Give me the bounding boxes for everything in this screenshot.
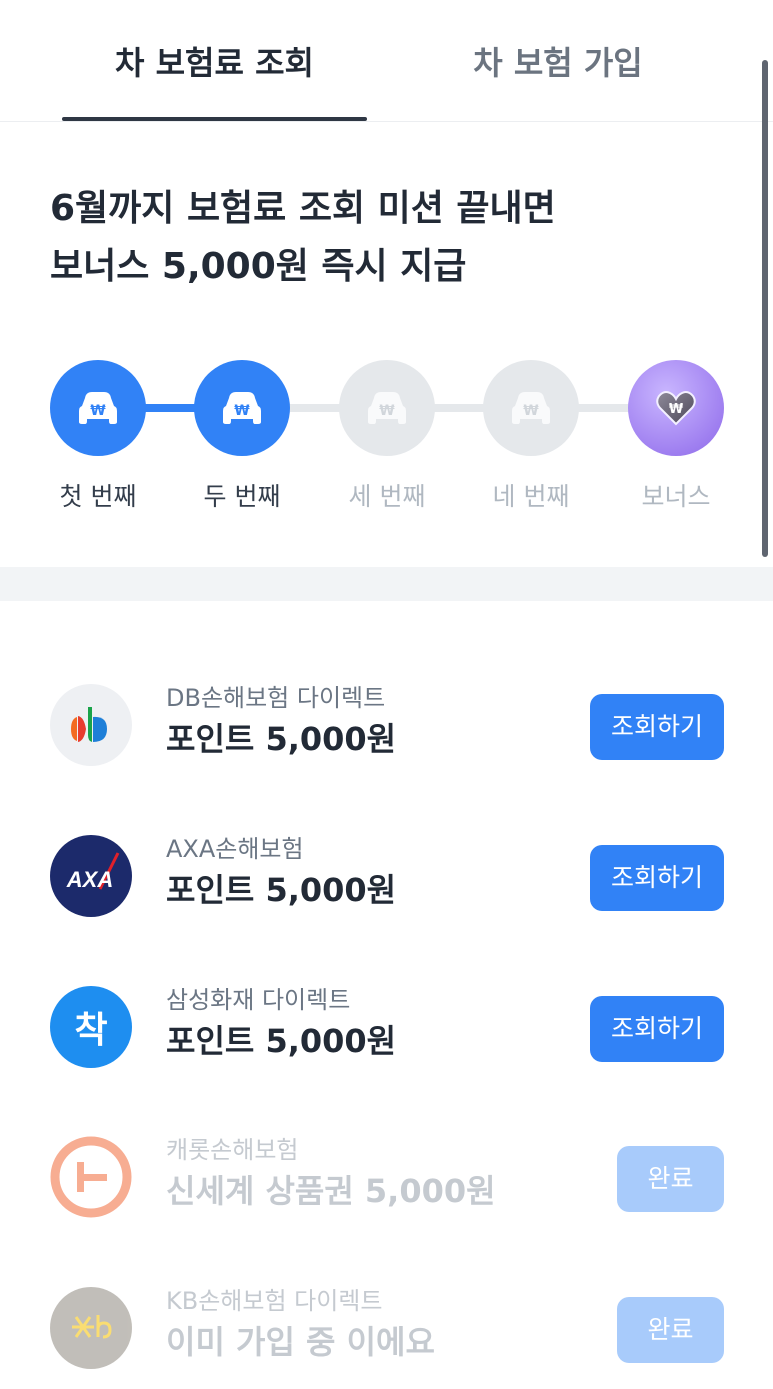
step-3-circle: ₩ (339, 360, 435, 456)
insurer-name: AXA손해보험 (166, 835, 304, 863)
insurer-row-samsung: 착 삼성화재 다이렉트 포인트 5,000원 조회하기 (0, 972, 773, 1082)
insurer-row-carrot: 캐롯손해보험 신세계 상품권 5,000원 완료 (0, 1122, 773, 1232)
headline-line-2: 보너스 5,000원 즉시 지급 (50, 246, 467, 287)
section-divider (0, 567, 773, 601)
step-bonus-circle: ₩ (628, 360, 724, 456)
insurer-reward: 포인트 5,000원 (166, 871, 397, 909)
progress-track-complete (140, 404, 200, 412)
inquire-button-db[interactable]: 조회하기 (590, 694, 724, 760)
insurer-name: 캐롯손해보험 (166, 1136, 299, 1164)
step-4-circle: ₩ (483, 360, 579, 456)
completed-button-kb[interactable]: 완료 (617, 1297, 724, 1363)
kb-logo-icon (50, 1287, 132, 1369)
insurer-name: KB손해보험 다이렉트 (166, 1287, 383, 1315)
scrollbar[interactable] (762, 60, 768, 557)
insurer-reward: 이미 가입 중 이에요 (166, 1323, 435, 1361)
inquire-button-axa[interactable]: 조회하기 (590, 845, 724, 911)
db-logo-icon (50, 684, 132, 766)
tab-car-insurance-quote[interactable]: 차 보험료 조회 (62, 38, 367, 88)
step-1-label: 첫 번째 (59, 482, 137, 511)
step-bonus-label: 보너스 (641, 482, 711, 511)
svg-text:₩: ₩ (523, 403, 539, 419)
carrot-logo-icon (50, 1136, 132, 1218)
insurer-row-db: DB손해보험 다이렉트 포인트 5,000원 조회하기 (0, 670, 773, 780)
carrot-logo-mark (50, 1136, 132, 1218)
insurer-row-kb: KB손해보험 다이렉트 이미 가입 중 이에요 완료 (0, 1273, 773, 1383)
step-2-label: 두 번째 (203, 482, 281, 511)
tab-car-insurance-signup[interactable]: 차 보험 가입 (410, 38, 706, 88)
mission-headline: 6월까지 보험료 조회 미션 끝내면 보너스 5,000원 즉시 지급 (50, 180, 730, 296)
insurer-row-axa: AXA AXA손해보험 포인트 5,000원 조회하기 (0, 821, 773, 931)
won-heart-icon: ₩ (656, 391, 696, 426)
car-won-icon: ₩ (368, 392, 406, 424)
car-won-icon: ₩ (223, 392, 261, 424)
step-1-circle: ₩ (50, 360, 146, 456)
car-won-icon: ₩ (79, 392, 117, 424)
svg-text:₩: ₩ (669, 402, 684, 417)
insurer-reward: 신세계 상품권 5,000원 (166, 1172, 496, 1210)
step-4-label: 네 번째 (492, 482, 570, 511)
svg-text:₩: ₩ (234, 403, 250, 419)
step-3-label: 세 번째 (348, 482, 426, 511)
samsung-logo-text: 착 (74, 1010, 108, 1051)
insurer-name: 삼성화재 다이렉트 (166, 986, 351, 1014)
samsung-chak-logo-icon: 착 (50, 986, 132, 1068)
headline-line-1: 6월까지 보험료 조회 미션 끝내면 (50, 188, 556, 229)
axa-logo-text: AXA (66, 867, 113, 892)
inquire-button-samsung[interactable]: 조회하기 (590, 996, 724, 1062)
insurer-reward: 포인트 5,000원 (166, 1022, 397, 1060)
tab-bar: 차 보험료 조회 차 보험 가입 (0, 0, 773, 122)
insurer-reward: 포인트 5,000원 (166, 720, 397, 758)
car-won-icon: ₩ (512, 392, 550, 424)
active-tab-indicator (62, 117, 367, 121)
svg-text:₩: ₩ (90, 403, 106, 419)
completed-button-carrot[interactable]: 완료 (617, 1146, 724, 1212)
db-logo-mark (71, 707, 107, 742)
axa-logo-icon: AXA (50, 835, 132, 917)
svg-text:₩: ₩ (379, 403, 395, 419)
kb-logo-mark (72, 1315, 112, 1339)
insurer-name: DB손해보험 다이렉트 (166, 684, 386, 712)
step-2-circle: ₩ (194, 360, 290, 456)
axa-logo-mark: AXA (66, 852, 120, 892)
